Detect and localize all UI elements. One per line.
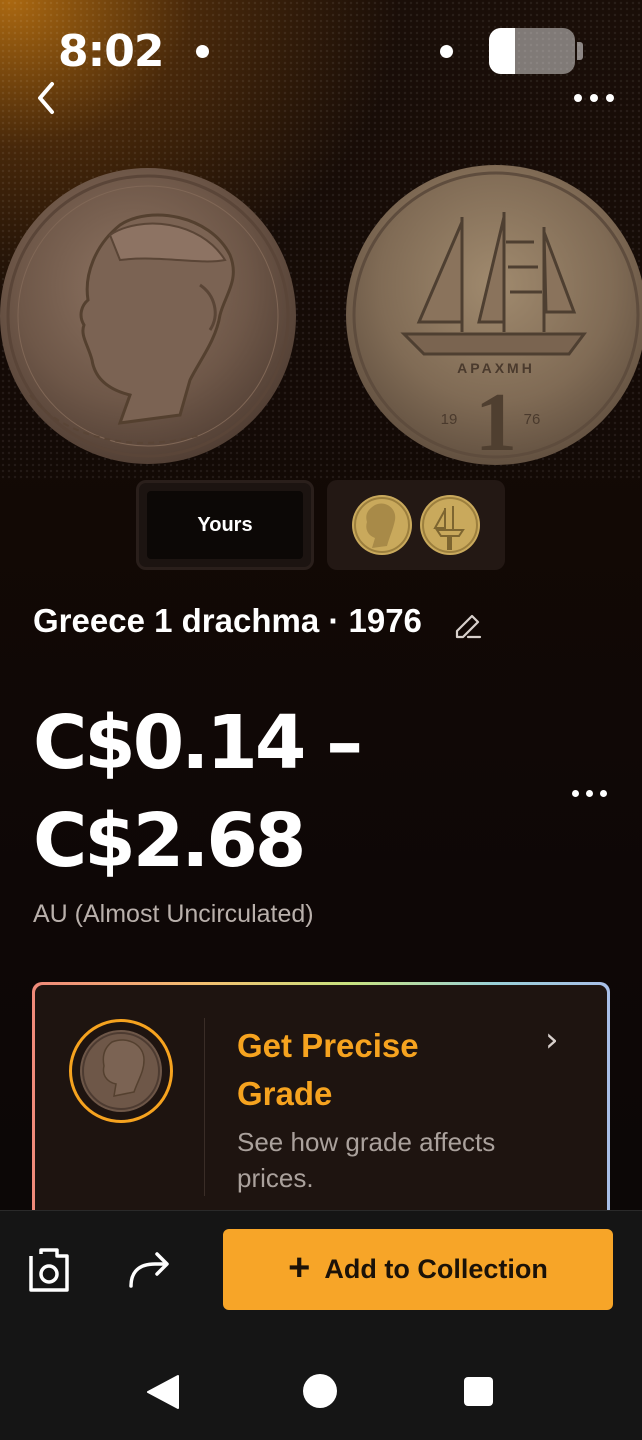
- chevron-right-icon[interactable]: ›: [545, 1020, 559, 1060]
- grade-coin-ring: [69, 1019, 173, 1123]
- more-options-button[interactable]: [570, 86, 618, 110]
- add-to-collection-label: Add to Collection: [324, 1254, 548, 1284]
- share-arrow-icon[interactable]: [123, 1244, 175, 1296]
- status-dot-icon: [440, 45, 453, 58]
- coin-title: Greece 1 drachma · 1976: [33, 602, 422, 639]
- app-screen: 8:02 ΑΡΑΧΜΗ 1 19 76 Yours Greece 1 drach…: [0, 0, 642, 1440]
- add-to-collection-button[interactable]: + Add to Collection: [223, 1229, 613, 1310]
- plus-icon: +: [288, 1246, 311, 1289]
- reference-reverse-thumbnail-icon: [420, 495, 480, 555]
- back-button[interactable]: [30, 78, 64, 118]
- grade-label: AU (Almost Uncirculated): [33, 900, 314, 928]
- camera-icon[interactable]: [23, 1244, 75, 1296]
- status-time: 8:02: [58, 26, 164, 77]
- nav-back-icon[interactable]: [146, 1374, 180, 1410]
- coin-obverse-image[interactable]: [0, 165, 300, 467]
- grade-card-title: Get Precise Grade: [237, 1027, 419, 1112]
- more-horizontal-icon: [572, 790, 579, 797]
- coin-reverse-image[interactable]: ΑΡΑΧΜΗ 1 19 76: [344, 162, 642, 468]
- reverse-legend: ΑΡΑΧΜΗ: [457, 360, 535, 376]
- nav-recent-icon[interactable]: [464, 1377, 493, 1406]
- nav-home-icon[interactable]: [303, 1374, 337, 1408]
- pencil-icon[interactable]: [452, 610, 484, 642]
- reverse-year-left: 19: [441, 411, 458, 428]
- price-range-line2: C$2.68: [33, 798, 306, 884]
- tab-yours[interactable]: Yours: [136, 480, 314, 570]
- reference-obverse-thumbnail-icon: [352, 495, 412, 555]
- more-horizontal-icon: [574, 94, 582, 102]
- reverse-denomination: 1: [475, 376, 517, 468]
- card-divider: [204, 1018, 205, 1196]
- price-range-line1: C$0.14 –: [33, 700, 363, 786]
- grade-card-subtitle: See how grade affects prices.: [237, 1127, 496, 1193]
- price-more-button[interactable]: [570, 788, 610, 800]
- coin-thumbnail-icon: [80, 1030, 162, 1112]
- tab-reference-images[interactable]: [327, 480, 505, 570]
- notification-dot-icon: [196, 45, 209, 58]
- battery-tip: [577, 42, 583, 60]
- battery-level-fill: [489, 28, 515, 74]
- chevron-left-icon: [38, 82, 54, 114]
- battery-icon: [489, 28, 575, 74]
- reverse-year-right: 76: [524, 411, 541, 428]
- tab-yours-label: Yours: [197, 513, 253, 536]
